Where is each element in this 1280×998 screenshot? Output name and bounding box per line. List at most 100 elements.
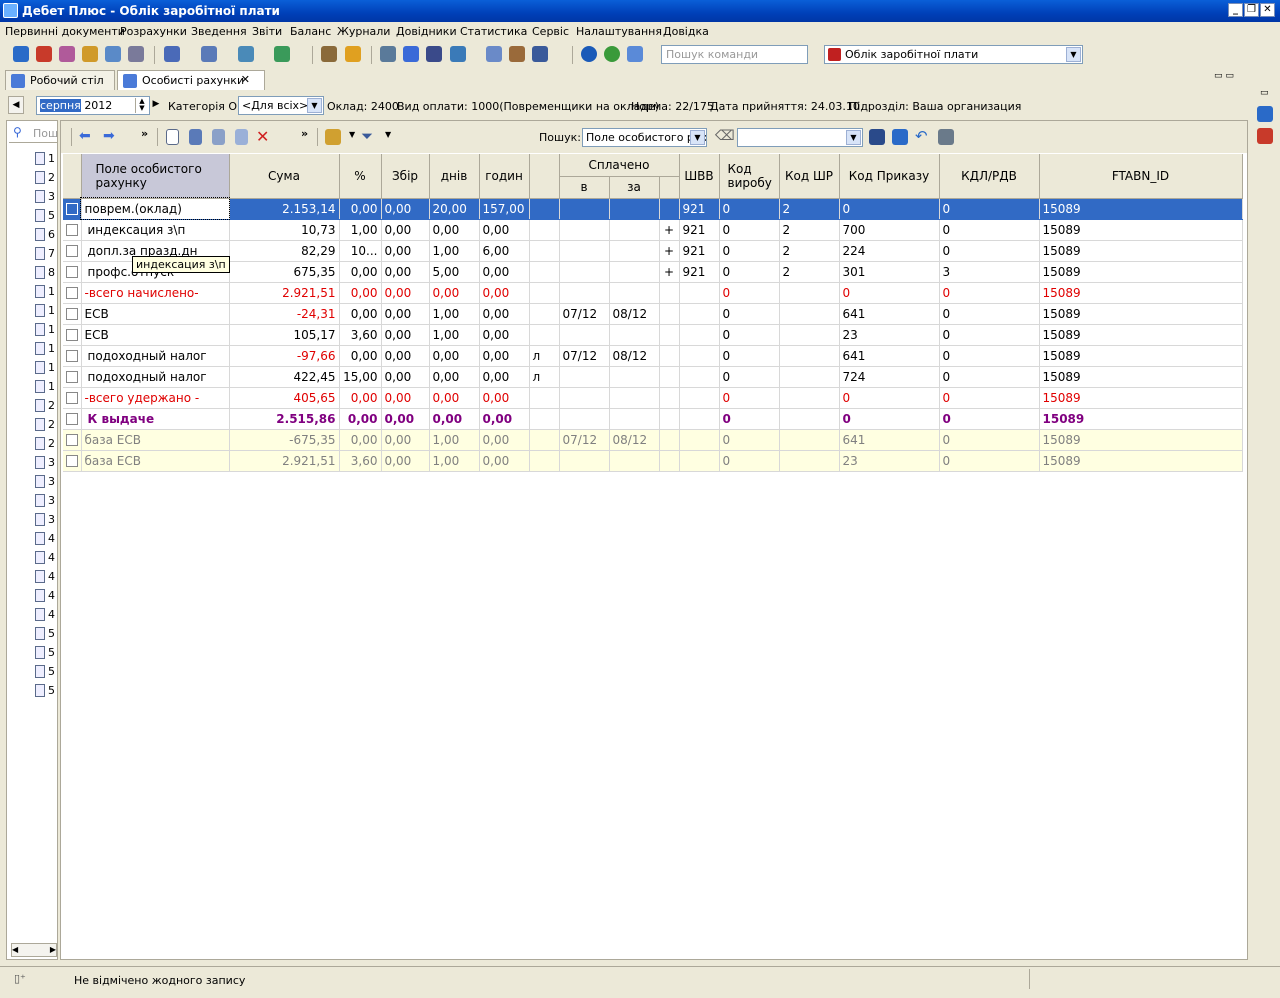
cell-ftabn[interactable]: 15089	[1039, 450, 1243, 472]
menu-item-3[interactable]: Звіти	[252, 25, 282, 38]
cell-hours[interactable]: 0,00	[479, 408, 530, 430]
cell-order[interactable]: 641	[839, 303, 940, 325]
cell-sum[interactable]: 2.153,14	[229, 198, 340, 220]
restore-icon[interactable]: ▭	[1260, 88, 1269, 98]
gift-panel-icon[interactable]	[1257, 128, 1273, 144]
module-select[interactable]: Облік заробітної плати ▼	[824, 45, 1083, 64]
cell-field[interactable]: подоходный налог	[81, 366, 230, 388]
cell-field[interactable]: база ЕСВ	[81, 450, 230, 472]
cell-kdl[interactable]: 3	[939, 261, 1040, 283]
category-select[interactable]: <Для всіх> ▼	[238, 96, 324, 115]
cell-sum[interactable]: 2.921,51	[229, 450, 340, 472]
employee-list-item[interactable]: 4	[31, 586, 57, 605]
cell-l[interactable]	[529, 429, 560, 451]
table-row[interactable]: профс.отпуск 675,35 0,00 0,00 5,00 0,00 +921 0 2…	[63, 261, 1243, 283]
cell-l[interactable]	[529, 282, 560, 304]
col-field[interactable]: Поле особистого рахунку	[81, 154, 230, 199]
cell-plus[interactable]	[659, 282, 680, 304]
close-button[interactable]: ✕	[1260, 3, 1275, 17]
month-picker[interactable]: серпня 2012 ▲ ▼	[36, 96, 150, 115]
employee-list-item[interactable]: 1	[31, 301, 57, 320]
cell-kdl[interactable]: 0	[939, 198, 1040, 220]
gift-icon[interactable]	[36, 46, 52, 62]
cell-sum[interactable]: 675,35	[229, 261, 340, 283]
cell-l[interactable]	[529, 324, 560, 346]
menu-item-0[interactable]: Первинні документи	[5, 25, 125, 38]
cell-plus[interactable]: +	[659, 261, 680, 283]
cell-order[interactable]: 0	[839, 387, 940, 409]
search-field-select[interactable]: Поле особистого рах ▼	[582, 128, 707, 147]
maximize-button[interactable]: ❐	[1244, 3, 1259, 17]
chevron-down-icon[interactable]: ▼	[690, 130, 705, 145]
cell-l[interactable]	[529, 261, 560, 283]
spinner-icon[interactable]: ▲ ▼	[135, 98, 148, 113]
cell-days[interactable]: 1,00	[429, 303, 480, 325]
col-order[interactable]: Код Приказу	[839, 154, 940, 199]
cell-shr[interactable]	[779, 345, 840, 367]
table-icon[interactable]	[238, 46, 254, 62]
scroll-right-icon[interactable]: ▶	[50, 944, 56, 956]
cell-ftabn[interactable]: 15089	[1039, 240, 1243, 262]
cell-shvv[interactable]	[679, 366, 720, 388]
cell-days[interactable]: 5,00	[429, 261, 480, 283]
cell-sum[interactable]: 2.921,51	[229, 282, 340, 304]
cell-for[interactable]	[609, 282, 660, 304]
cell-fee[interactable]: 0,00	[381, 429, 430, 451]
col-paid-blank[interactable]	[659, 176, 680, 199]
cell-fee[interactable]: 0,00	[381, 219, 430, 241]
cell-shvv[interactable]	[679, 387, 720, 409]
cell-for[interactable]	[609, 387, 660, 409]
cell-order[interactable]: 0	[839, 408, 940, 430]
cell-sum[interactable]: -24,31	[229, 303, 340, 325]
cell-days[interactable]: 0,00	[429, 387, 480, 409]
row-checkbox[interactable]	[65, 308, 78, 320]
col-hours[interactable]: годин	[479, 154, 530, 199]
table-row[interactable]: ЕСВ -24,31 0,00 0,00 1,00 0,00 07/12 08/12 0 641 0…	[63, 303, 1243, 325]
delete-icon[interactable]: ✕	[256, 127, 269, 146]
cell-hours[interactable]: 0,00	[479, 366, 530, 388]
cell-kdl[interactable]: 0	[939, 387, 1040, 409]
cell-shvv[interactable]: 921	[679, 219, 720, 241]
employee-list-item[interactable]: 3	[31, 491, 57, 510]
cell-in[interactable]	[559, 366, 610, 388]
copy-doc-icon[interactable]	[212, 129, 225, 145]
cell-in[interactable]	[559, 387, 610, 409]
cell-pct[interactable]: 15,00	[339, 366, 382, 388]
cell-shvv[interactable]	[679, 282, 720, 304]
cell-prod[interactable]: 0	[719, 282, 780, 304]
cell-sum[interactable]: -675,35	[229, 429, 340, 451]
employee-list-item[interactable]: 1	[31, 358, 57, 377]
row-checkbox-cell[interactable]	[63, 387, 82, 409]
col-prod[interactable]: Код виробу	[719, 154, 780, 199]
row-checkbox-cell[interactable]	[63, 450, 82, 472]
cell-field[interactable]: -всего начислено-	[81, 282, 230, 304]
cell-pct[interactable]: 3,60	[339, 324, 382, 346]
employee-list-item[interactable]: 5	[31, 624, 57, 643]
cell-plus[interactable]	[659, 387, 680, 409]
row-checkbox-cell[interactable]	[63, 345, 82, 367]
cell-ftabn[interactable]: 15089	[1039, 282, 1243, 304]
cell-plus[interactable]	[659, 198, 680, 220]
menu-item-6[interactable]: Довідники	[396, 25, 457, 38]
cell-prod[interactable]: 0	[719, 387, 780, 409]
table-row[interactable]: ЕСВ 105,17 3,60 0,00 1,00 0,00 0 23 0 15089	[63, 324, 1243, 346]
scroll-left-icon[interactable]: ◀	[12, 945, 18, 954]
cell-ftabn[interactable]: 15089	[1039, 198, 1243, 220]
table-row[interactable]: -всего удержано -405,65 0,00 0,00 0,00 0,00 0…	[63, 387, 1243, 409]
cell-in[interactable]	[559, 282, 610, 304]
cell-shvv[interactable]	[679, 303, 720, 325]
cell-prod[interactable]: 0	[719, 408, 780, 430]
gear-icon[interactable]	[450, 46, 466, 62]
cell-hours[interactable]: 6,00	[479, 240, 530, 262]
row-checkbox-cell[interactable]	[63, 429, 82, 451]
cell-ftabn[interactable]: 15089	[1039, 387, 1243, 409]
more-icon[interactable]: »	[141, 127, 148, 140]
cell-in[interactable]: 07/12	[559, 429, 610, 451]
cell-plus[interactable]	[659, 303, 680, 325]
employee-list-item[interactable]: 3	[31, 472, 57, 491]
cell-l[interactable]	[529, 408, 560, 430]
cell-hours[interactable]: 0,00	[479, 345, 530, 367]
row-checkbox[interactable]	[65, 266, 78, 278]
cell-fee[interactable]: 0,00	[381, 240, 430, 262]
employee-list-item[interactable]: 4	[31, 567, 57, 586]
